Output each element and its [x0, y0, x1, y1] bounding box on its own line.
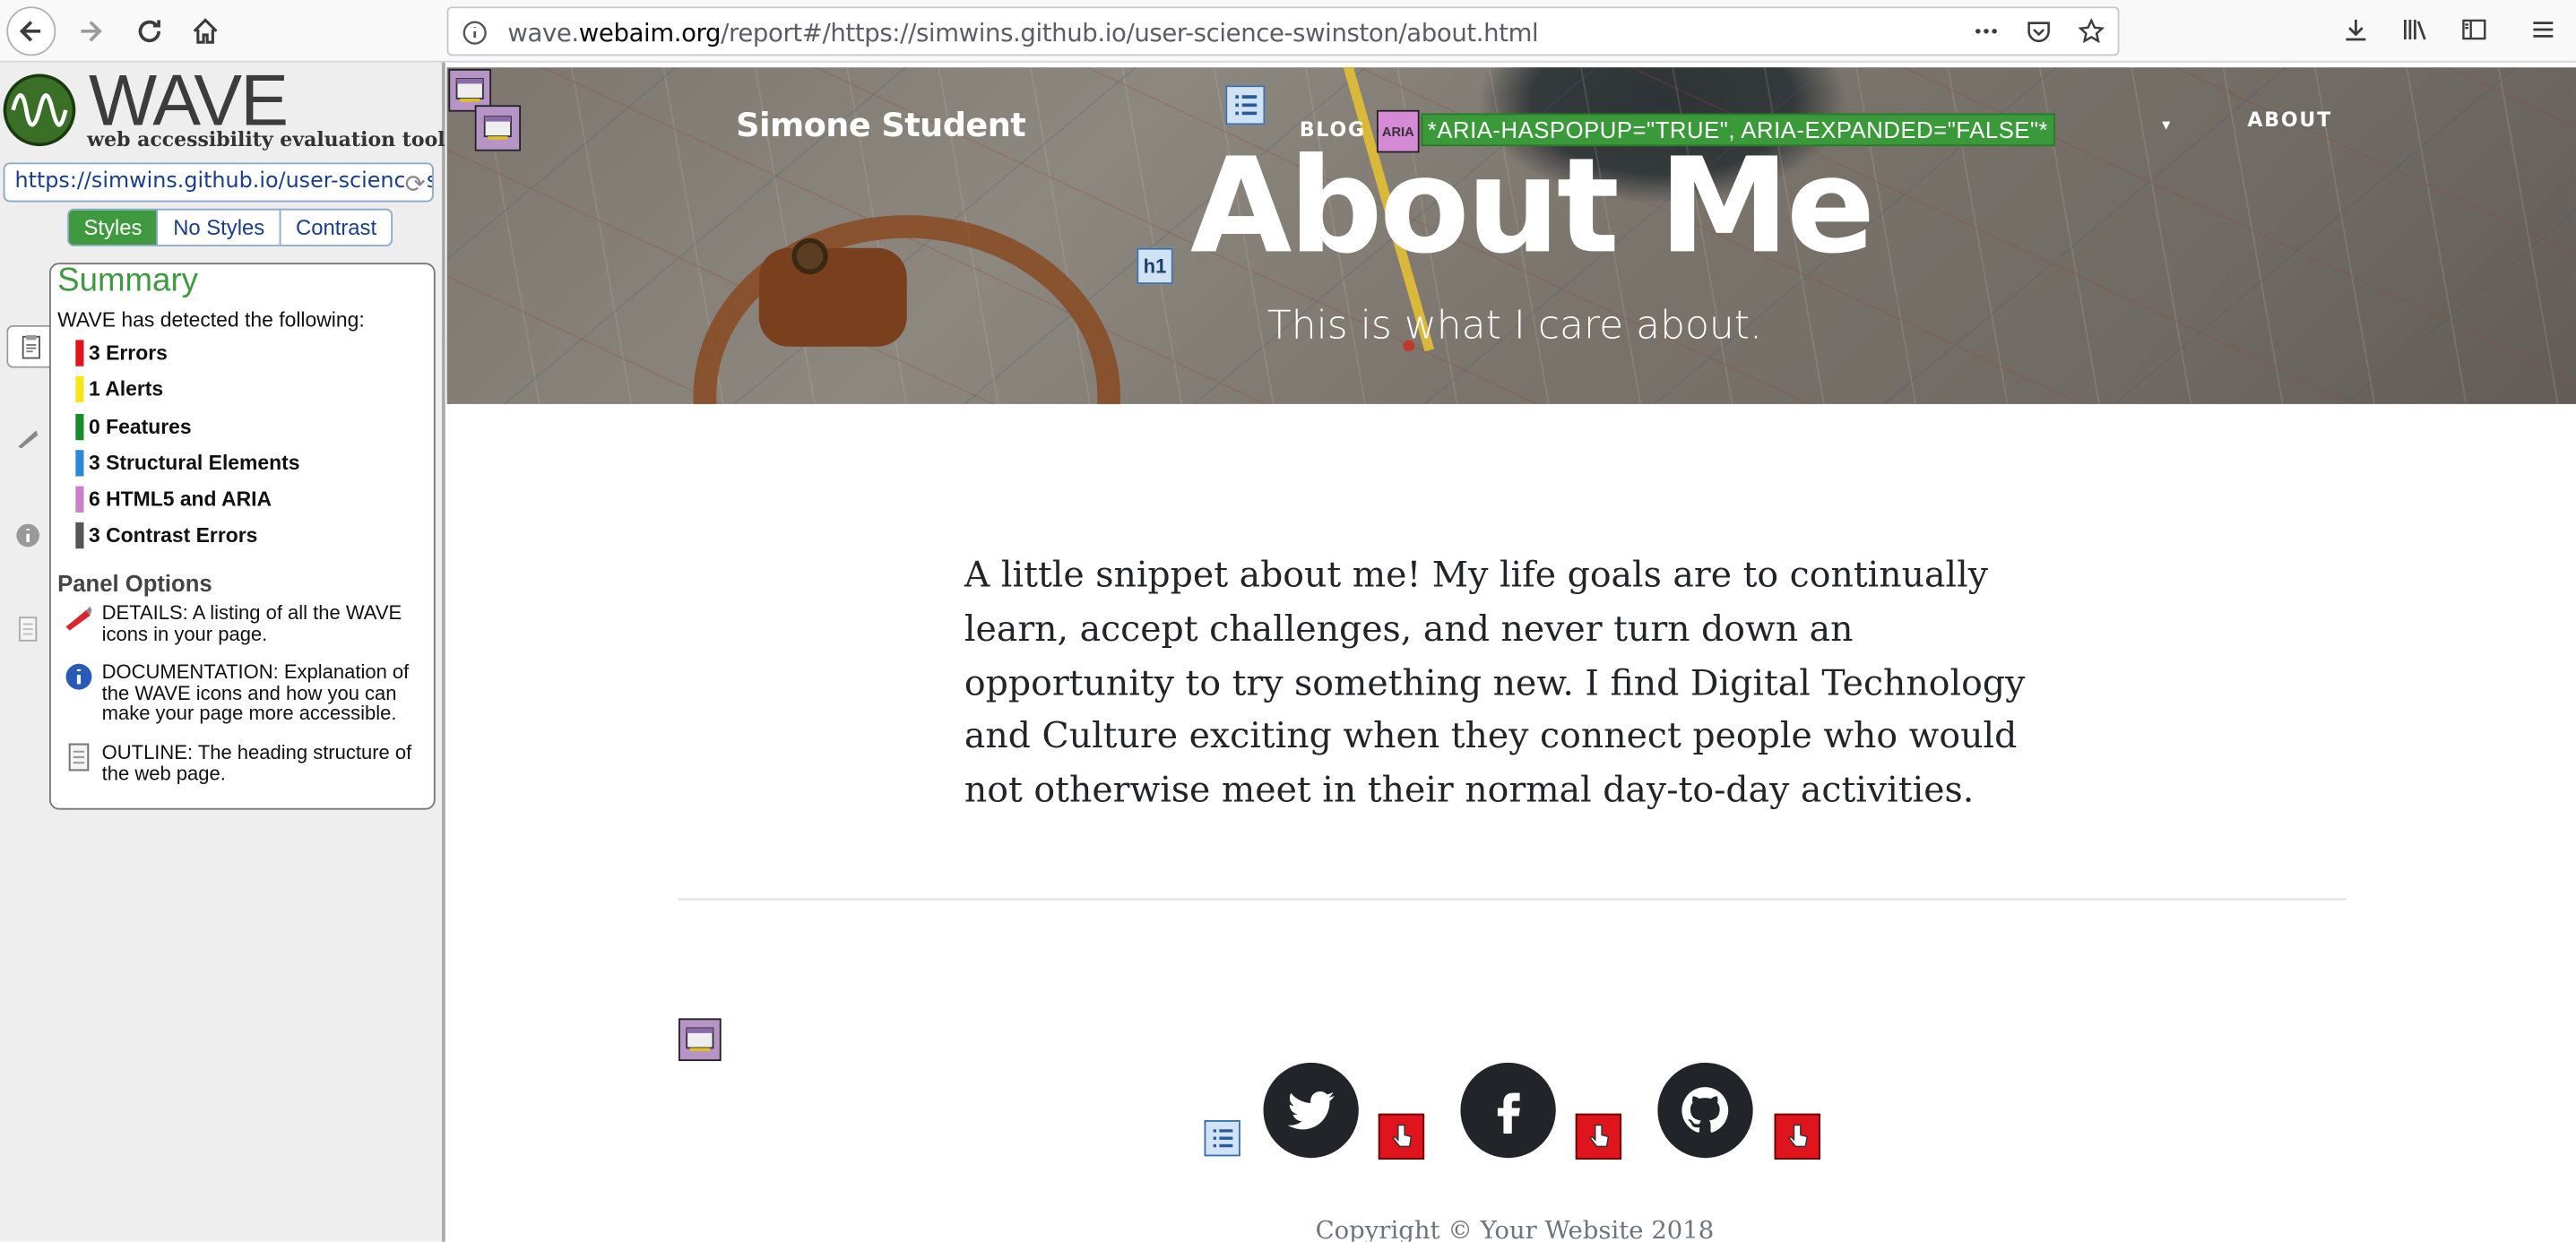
wave-sidebar: WAVE web accessibility evaluation tool h…	[0, 60, 445, 1242]
url-text: wave.webaim.org/report#/https://simwins.…	[507, 18, 1539, 48]
summary-panel: Summary WAVE has detected the following:…	[48, 263, 436, 810]
back-button[interactable]	[6, 6, 56, 56]
view-mode-tabs: Styles No Styles Contrast	[67, 208, 393, 246]
detected-text: WAVE has detected the following:	[57, 308, 365, 332]
reload-button[interactable]	[125, 6, 174, 56]
home-button[interactable]	[181, 6, 230, 56]
address-bar[interactable]: wave.webaim.org/report#/https://simwins.…	[446, 6, 2120, 56]
outline-tab-icon[interactable]	[6, 608, 49, 651]
outline-icon	[68, 743, 90, 772]
back-arrow-icon	[19, 21, 41, 42]
summary-list: 3 Errors 1 Alerts 0 Features 3 Structura…	[75, 340, 300, 560]
reload-icon	[138, 20, 160, 43]
details-tab-icon[interactable]	[6, 418, 49, 461]
refresh-icon[interactable]: ⟳	[404, 168, 426, 199]
twitter-icon	[1287, 1091, 1335, 1130]
summary-tab-icon[interactable]	[6, 324, 53, 368]
rivet-decoration	[791, 237, 828, 275]
details-icon	[65, 606, 92, 631]
site-brand-link[interactable]: Simone Student	[736, 105, 1026, 144]
info-icon	[65, 663, 92, 690]
page-title: About Me	[1189, 129, 1875, 283]
forward-button[interactable]	[65, 6, 115, 56]
hero-banner: Simone Student BLOG ARIA *ARIA-HASPOPUP=…	[446, 67, 2576, 404]
github-icon	[1681, 1087, 1729, 1133]
about-paragraph: A little snippet about me! My life goals…	[964, 555, 2026, 812]
sidebar-toggle-icon[interactable]	[2458, 13, 2491, 47]
app-window: wave.webaim.org/report#/https://simwins.…	[0, 0, 2576, 1242]
more-actions-icon[interactable]	[1970, 14, 2003, 47]
bookmark-star-icon[interactable]	[2075, 14, 2108, 47]
library-icon[interactable]	[2399, 13, 2432, 47]
twitter-link[interactable]	[1263, 1062, 1359, 1159]
nav-about-link[interactable]: ABOUT	[2247, 108, 2332, 132]
facebook-link[interactable]	[1460, 1062, 1556, 1159]
wave-title: WAVE	[88, 60, 289, 142]
tab-styles[interactable]: Styles	[68, 210, 159, 246]
browser-toolbar: wave.webaim.org/report#/https://simwins.…	[0, 0, 2576, 63]
region-footer-icon[interactable]	[678, 1018, 722, 1062]
panel-options-heading: Panel Options	[57, 570, 212, 597]
forward-arrow-icon	[81, 21, 102, 42]
bag-decoration	[758, 247, 907, 347]
home-icon	[193, 18, 218, 44]
wave-subtitle: web accessibility evaluation tool	[87, 127, 445, 151]
summary-html5-aria[interactable]: 6 HTML5 and ARIA	[75, 486, 299, 523]
facebook-icon	[1497, 1092, 1520, 1134]
menu-icon[interactable]	[2527, 13, 2560, 47]
heading-h1-icon[interactable]: h1	[1137, 247, 1173, 285]
summary-alerts[interactable]: 1 Alerts	[75, 376, 299, 413]
content-divider	[678, 898, 2347, 901]
github-link[interactable]	[1657, 1062, 1753, 1159]
summary-errors[interactable]: 3 Errors	[75, 340, 299, 376]
summary-features[interactable]: 0 Features	[75, 413, 299, 450]
dropdown-caret-icon[interactable]: ▾	[2162, 116, 2170, 134]
tab-contrast[interactable]: Contrast	[281, 211, 392, 245]
documentation-tab-icon[interactable]	[6, 514, 49, 557]
error-icon[interactable]	[1575, 1113, 1622, 1160]
summary-heading: Summary	[57, 263, 199, 299]
downloads-icon[interactable]	[2339, 13, 2373, 47]
nav-list-icon[interactable]	[1225, 85, 1266, 125]
wave-logo-icon	[3, 73, 76, 147]
footer-list-icon[interactable]	[1204, 1120, 1240, 1157]
region-navigation-icon[interactable]	[474, 105, 522, 151]
pocket-icon[interactable]	[2022, 14, 2055, 47]
summary-contrast[interactable]: 3 Contrast Errors	[75, 522, 299, 560]
tab-no-styles[interactable]: No Styles	[159, 210, 281, 246]
error-icon[interactable]	[1774, 1113, 1820, 1160]
page-subtitle: This is what I care about.	[1266, 302, 1763, 349]
copyright-text: Copyright © Your Website 2018	[1315, 1215, 1715, 1242]
site-info-icon[interactable]	[462, 20, 488, 46]
error-icon[interactable]	[1378, 1113, 1425, 1160]
report-url-input[interactable]: https://simwins.github.io/user-science-s…	[3, 162, 434, 203]
page-content: Simone Student BLOG ARIA *ARIA-HASPOPUP=…	[446, 67, 2576, 1242]
summary-structural[interactable]: 3 Structural Elements	[75, 450, 300, 487]
